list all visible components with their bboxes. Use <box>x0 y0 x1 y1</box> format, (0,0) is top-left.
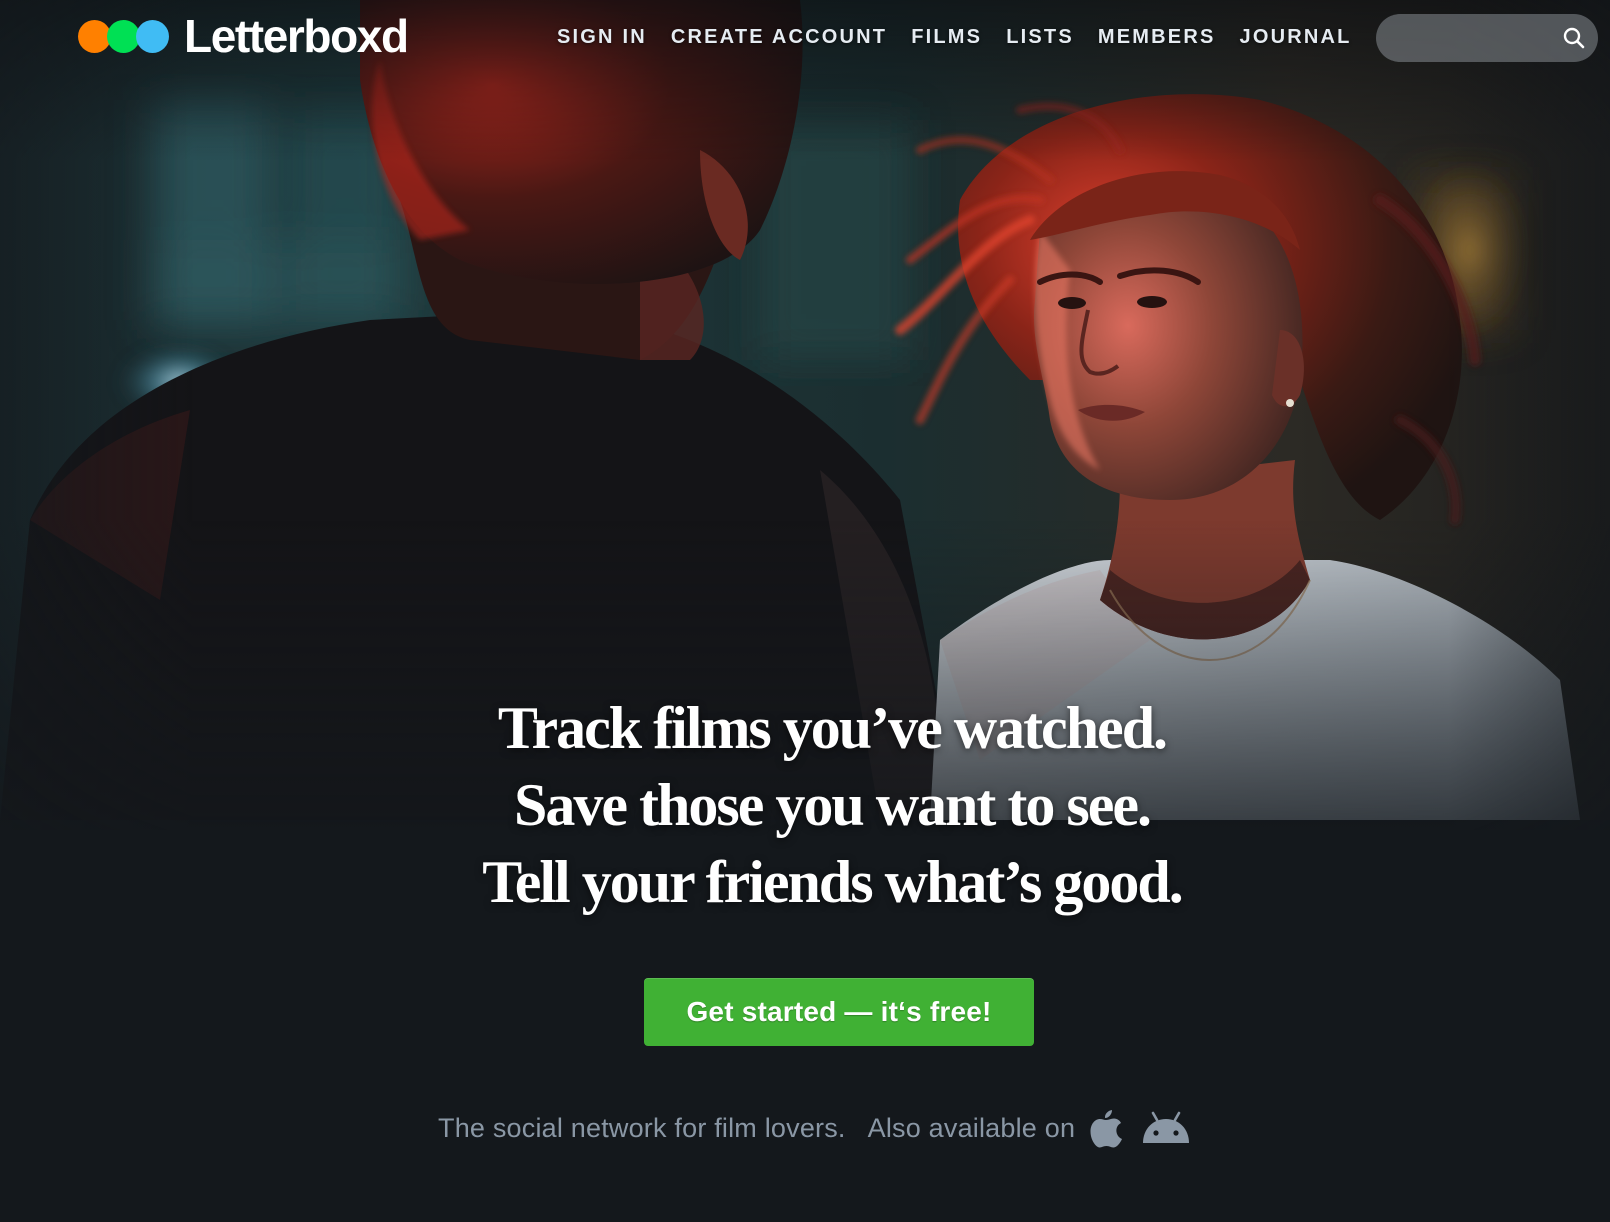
nav-lists[interactable]: LISTS <box>1006 24 1074 50</box>
logo-wordmark: Letterboxd <box>184 10 409 62</box>
nav-members[interactable]: MEMBERS <box>1098 24 1216 50</box>
android-icon[interactable] <box>1141 1111 1191 1145</box>
nav-create-account[interactable]: CREATE ACCOUNT <box>671 24 887 50</box>
letterboxd-logo[interactable]: Letterboxd <box>78 10 409 62</box>
logo-dot-blue <box>136 20 169 53</box>
letterboxd-landing-page: Letterboxd SIGN IN CREATE ACCOUNT FILMS … <box>0 0 1610 1222</box>
nav-journal[interactable]: JOURNAL <box>1240 24 1352 50</box>
hero-subline: The social network for film lovers. Also… <box>438 1108 1191 1148</box>
also-available-text: Also available on <box>867 1112 1076 1143</box>
search-box[interactable] <box>1376 14 1598 62</box>
search-icon[interactable] <box>1562 26 1586 50</box>
nav-sign-in[interactable]: SIGN IN <box>557 24 647 50</box>
apple-icon[interactable] <box>1089 1108 1123 1148</box>
hero-headline-line-1: Track films you’ve watched. <box>497 695 1168 761</box>
main-nav: SIGN IN CREATE ACCOUNT FILMS LISTS MEMBE… <box>557 24 1352 50</box>
site-header: Letterboxd SIGN IN CREATE ACCOUNT FILMS … <box>0 0 1610 74</box>
hero-headline: Track films you’ve watched. Save those y… <box>0 690 1610 921</box>
hero-headline-line-3: Tell your friends what’s good. <box>482 849 1184 915</box>
get-started-button[interactable]: Get started — it‘s free! <box>644 978 1034 1046</box>
hero-headline-line-2: Save those you want to see. <box>514 772 1152 838</box>
tagline-text: The social network for film lovers. <box>438 1112 846 1143</box>
search-input[interactable] <box>1392 22 1542 54</box>
nav-films[interactable]: FILMS <box>911 24 982 50</box>
logo-dots-icon <box>78 19 170 53</box>
